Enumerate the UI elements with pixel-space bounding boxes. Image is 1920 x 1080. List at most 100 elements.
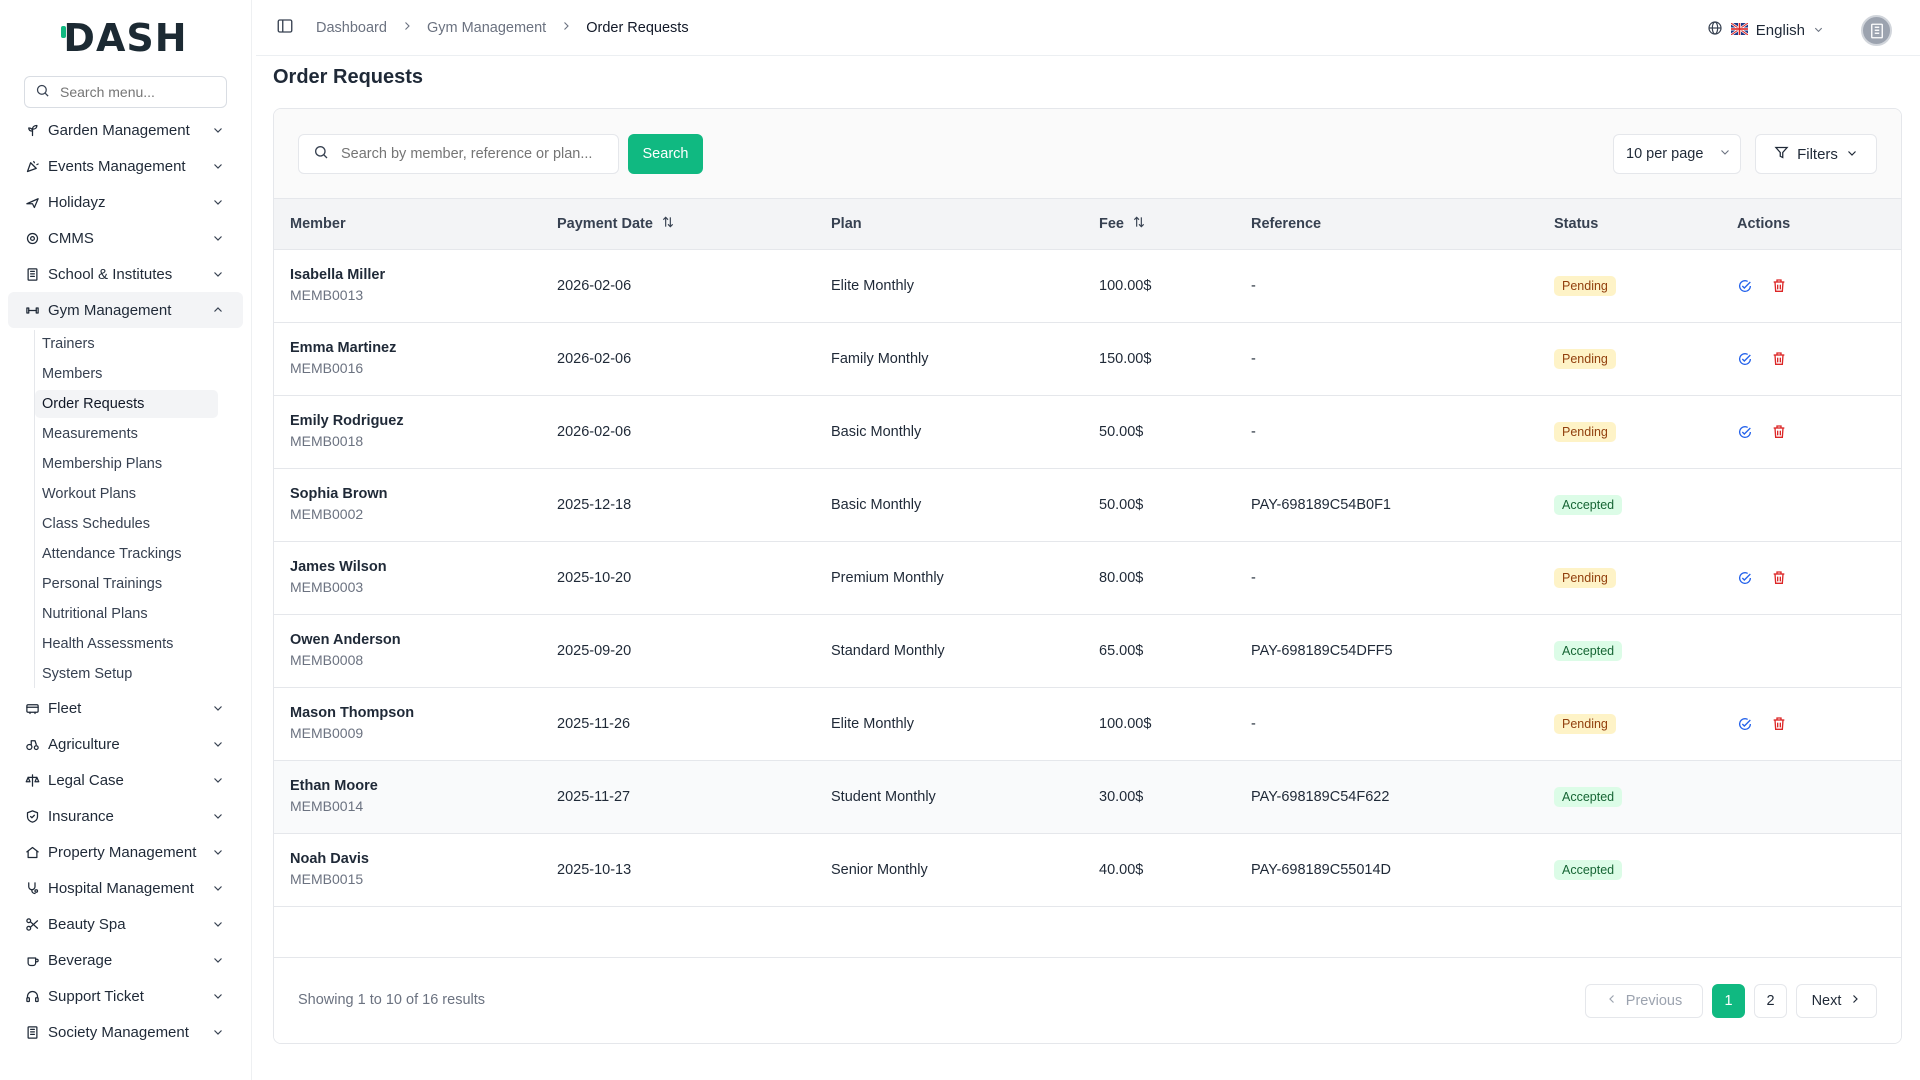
chevron-right-icon bbox=[1849, 993, 1861, 1009]
delete-icon[interactable] bbox=[1771, 570, 1787, 586]
sidebar-item-events-management[interactable]: Events Management bbox=[8, 148, 243, 184]
chevron-right-icon bbox=[401, 20, 413, 36]
next-button[interactable]: Next bbox=[1796, 984, 1877, 1018]
member-code: MEMB0018 bbox=[290, 433, 364, 449]
chevron-left-icon bbox=[1606, 993, 1618, 1009]
table-scroll-area[interactable]: Member Payment Date Plan Fee Reference S… bbox=[274, 199, 1901, 907]
cell-status: Accepted bbox=[1538, 468, 1721, 541]
table-toolbar: Search 10 per page Filters bbox=[274, 109, 1901, 199]
col-payment-date[interactable]: Payment Date bbox=[541, 199, 815, 249]
breadcrumb-dashboard[interactable]: Dashboard bbox=[316, 20, 387, 36]
sort-icon[interactable] bbox=[661, 215, 675, 233]
sidebar-item-label: Insurance bbox=[48, 807, 114, 825]
cell-actions bbox=[1721, 687, 1901, 760]
approve-icon[interactable] bbox=[1737, 424, 1753, 440]
sidebar-item-label: Beverage bbox=[48, 951, 113, 969]
breadcrumb-current: Order Requests bbox=[586, 19, 689, 36]
sidebar-subitem-measurements[interactable]: Measurements bbox=[35, 420, 218, 448]
sidebar-subitem-attendance-trackings[interactable]: Attendance Trackings bbox=[35, 540, 218, 568]
cell-fee: 100.00$ bbox=[1099, 277, 1152, 294]
dumbbell-icon bbox=[24, 302, 40, 318]
sidebar-subitem-membership-plans[interactable]: Membership Plans bbox=[35, 450, 218, 478]
sidebar-search[interactable] bbox=[24, 76, 230, 108]
sidebar-item-fleet[interactable]: Fleet bbox=[8, 690, 243, 726]
sidebar-item-holidayz[interactable]: Holidayz bbox=[8, 184, 243, 220]
delete-icon[interactable] bbox=[1771, 424, 1787, 440]
sidebar-subitem-workout-plans[interactable]: Workout Plans bbox=[35, 480, 218, 508]
approve-icon[interactable] bbox=[1737, 716, 1753, 732]
sidebar-item-support-ticket[interactable]: Support Ticket bbox=[8, 978, 243, 1014]
filters-button[interactable]: Filters bbox=[1755, 134, 1877, 174]
sidebar-item-agriculture[interactable]: Agriculture bbox=[8, 726, 243, 762]
cell-status: Accepted bbox=[1538, 833, 1721, 906]
cell-status: Accepted bbox=[1538, 760, 1721, 833]
sidebar-subitem-system-setup[interactable]: System Setup bbox=[35, 660, 218, 688]
cell-plan: Premium Monthly bbox=[831, 569, 944, 586]
language-selector[interactable]: English bbox=[1707, 20, 1824, 40]
cell-member: Emma Martinez MEMB0016 bbox=[274, 322, 541, 395]
sidebar-toggle-icon[interactable] bbox=[276, 17, 294, 39]
cell-fee: 150.00$ bbox=[1083, 906, 1235, 907]
page-1-button[interactable]: 1 bbox=[1712, 984, 1745, 1018]
table-header-row: Member Payment Date Plan Fee Reference S… bbox=[274, 199, 1901, 249]
approve-icon[interactable] bbox=[1737, 351, 1753, 367]
sidebar-item-hospital-management[interactable]: Hospital Management bbox=[8, 870, 243, 906]
sidebar-subitem-trainers[interactable]: Trainers bbox=[35, 330, 218, 358]
sidebar-item-gym-management[interactable]: Gym Management bbox=[8, 292, 243, 328]
page-title: Order Requests bbox=[273, 66, 424, 88]
chevron-down-icon bbox=[211, 159, 225, 173]
page-2-button[interactable]: 2 bbox=[1754, 984, 1787, 1018]
sidebar-subitem-nutritional-plans[interactable]: Nutritional Plans bbox=[35, 600, 218, 628]
sidebar-subitem-members[interactable]: Members bbox=[35, 360, 218, 388]
table-search[interactable] bbox=[298, 134, 619, 174]
logo[interactable]: DASH bbox=[0, 0, 251, 76]
per-page-select[interactable]: 10 per page bbox=[1613, 134, 1741, 174]
delete-icon[interactable] bbox=[1771, 351, 1787, 367]
avatar[interactable] bbox=[1861, 15, 1892, 46]
status-badge: Pending bbox=[1554, 275, 1616, 296]
cell-payment-date: 2026-02-06 bbox=[557, 277, 632, 294]
sidebar-item-school-and-institutes[interactable]: School & Institutes bbox=[8, 256, 243, 292]
sidebar-search-input[interactable] bbox=[60, 84, 230, 100]
col-fee[interactable]: Fee bbox=[1083, 199, 1235, 249]
table-row: Emma MartinezMEMB00162025-09-29Family Mo… bbox=[274, 906, 1901, 907]
sidebar-item-society-management[interactable]: Society Management bbox=[8, 1014, 243, 1050]
chevron-down-icon bbox=[211, 773, 225, 787]
sidebar-item-insurance[interactable]: Insurance bbox=[8, 798, 243, 834]
sprout-icon bbox=[24, 122, 40, 138]
headset-icon bbox=[24, 988, 40, 1004]
house-icon bbox=[24, 844, 40, 860]
sidebar-item-label: CMMS bbox=[48, 229, 94, 247]
previous-button[interactable]: Previous bbox=[1585, 984, 1703, 1018]
filters-label: Filters bbox=[1797, 145, 1838, 163]
sidebar-item-cmms[interactable]: CMMS bbox=[8, 220, 243, 256]
search-button[interactable]: Search bbox=[628, 134, 703, 174]
sidebar-item-beverage[interactable]: Beverage bbox=[8, 942, 243, 978]
sidebar-subitem-class-schedules[interactable]: Class Schedules bbox=[35, 510, 218, 538]
sidebar-item-legal-case[interactable]: Legal Case bbox=[8, 762, 243, 798]
approve-icon[interactable] bbox=[1737, 570, 1753, 586]
chevron-down-icon bbox=[211, 989, 225, 1003]
table-search-input[interactable] bbox=[341, 146, 611, 162]
approve-icon[interactable] bbox=[1737, 278, 1753, 294]
sidebar-item-beauty-spa[interactable]: Beauty Spa bbox=[8, 906, 243, 942]
breadcrumb-gym-management[interactable]: Gym Management bbox=[427, 20, 546, 36]
chevron-down-icon bbox=[1813, 22, 1824, 39]
sidebar-subitem-health-assessments[interactable]: Health Assessments bbox=[35, 630, 218, 658]
cell-reference: PAY-698189C54F622 bbox=[1251, 788, 1390, 805]
cell-member: Owen Anderson MEMB0008 bbox=[274, 614, 541, 687]
sidebar-item-label: Fleet bbox=[48, 699, 82, 717]
member-code: MEMB0016 bbox=[290, 360, 364, 376]
chevron-down-icon bbox=[211, 701, 225, 715]
sidebar-subitem-order-requests[interactable]: Order Requests bbox=[35, 390, 218, 418]
sidebar-item-garden-management[interactable]: Garden Management bbox=[8, 112, 243, 148]
sidebar-item-property-management[interactable]: Property Management bbox=[8, 834, 243, 870]
cell-member: James Wilson MEMB0003 bbox=[274, 541, 541, 614]
globe-icon bbox=[1707, 20, 1723, 40]
delete-icon[interactable] bbox=[1771, 278, 1787, 294]
sidebar-subitem-personal-trainings[interactable]: Personal Trainings bbox=[35, 570, 218, 598]
delete-icon[interactable] bbox=[1771, 716, 1787, 732]
sort-icon[interactable] bbox=[1132, 215, 1146, 233]
gym-submenu: Trainers Members Order Requests Measurement… bbox=[34, 330, 251, 688]
cell-plan: Senior Monthly bbox=[831, 861, 928, 878]
